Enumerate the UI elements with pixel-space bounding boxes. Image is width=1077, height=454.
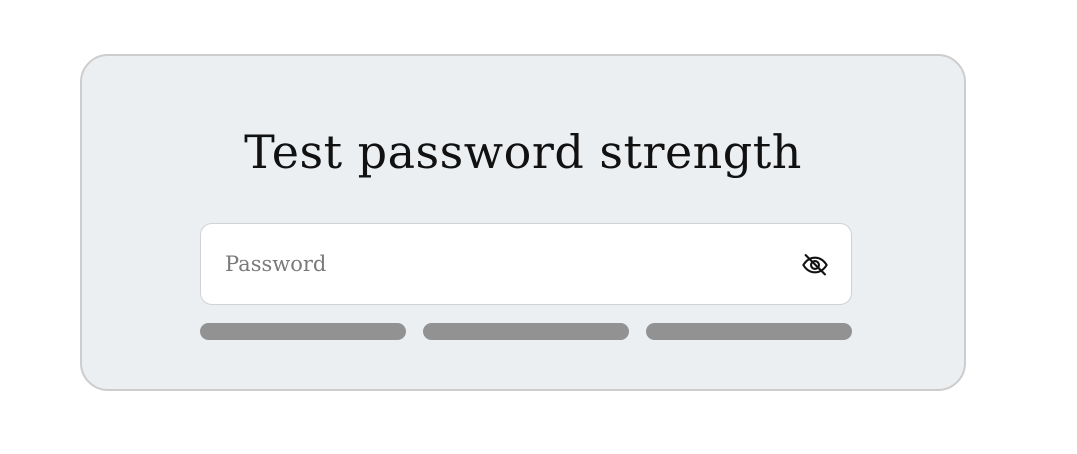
password-strength-card: Test password strength: [80, 54, 966, 391]
page-title: Test password strength: [244, 125, 802, 179]
strength-meter: [200, 323, 852, 340]
strength-segment-1: [200, 323, 406, 340]
password-input[interactable]: [225, 224, 785, 304]
eye-slash-icon: [802, 254, 828, 276]
toggle-visibility-button[interactable]: [801, 251, 829, 279]
strength-segment-3: [646, 323, 852, 340]
password-field-container: [200, 223, 852, 305]
strength-segment-2: [423, 323, 629, 340]
